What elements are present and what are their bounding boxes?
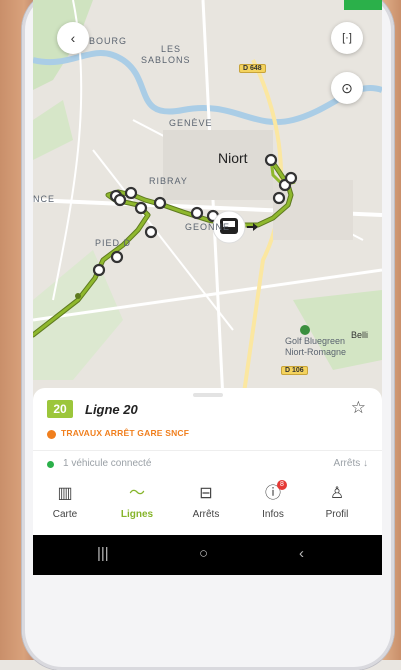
- profile-icon: ♙: [329, 485, 345, 502]
- alert-message[interactable]: TRAVAUX ARRÊT GARE SNCF: [61, 428, 189, 438]
- nav-label-arrets: Arrêts: [192, 509, 220, 520]
- nav-item-profil[interactable]: ♙ Profil: [307, 484, 367, 520]
- map-label-sablons: SABLONS: [141, 55, 191, 65]
- map-label-golf-2: Niort-Romagne: [285, 347, 347, 357]
- map-label-pied: PIED D: [95, 238, 132, 248]
- nav-item-arrets[interactable]: ⊟ Arrêts: [176, 484, 236, 520]
- drag-handle[interactable]: [193, 393, 223, 397]
- map-label-niort: Niort: [218, 150, 248, 166]
- line-name: Ligne 20: [85, 402, 138, 417]
- road-badge-d106: D 106: [281, 366, 308, 375]
- system-nav-bar: ||| ○ ‹: [33, 535, 382, 575]
- chevron-left-icon: ‹: [70, 30, 76, 46]
- map-label-nce: NCE: [33, 194, 56, 204]
- map-label-geonne: GEONNE: [185, 222, 231, 232]
- bottom-nav: ▥ Carte 〜 Lignes ⊟ Arrêts ⓘ 8 Infos ♙ Pr…: [33, 470, 382, 535]
- info-icon: ⓘ: [264, 485, 281, 502]
- map-icon: ▥: [57, 485, 73, 502]
- map-pin-button[interactable]: ⊙: [331, 72, 363, 104]
- map-view[interactable]: BOURG LES SABLONS GENÈVE RIBRAY NCE PIED…: [33, 0, 382, 401]
- nav-label-infos: Infos: [262, 509, 284, 520]
- app-screen: BOURG LES SABLONS GENÈVE RIBRAY NCE PIED…: [33, 0, 382, 575]
- location-pin-icon: ⊙: [341, 79, 353, 96]
- map-label-golf: Golf Bluegreen: [285, 336, 346, 346]
- stops-link[interactable]: Arrêts ↓: [334, 458, 368, 469]
- locate-button[interactable]: [·]: [331, 22, 363, 54]
- status-indicator: [344, 0, 382, 10]
- nav-item-infos[interactable]: ⓘ 8 Infos: [243, 480, 303, 520]
- map-label-ribray: RIBRAY: [149, 176, 188, 186]
- focus-icon: [·]: [342, 32, 352, 44]
- nav-label-carte: Carte: [52, 509, 78, 520]
- line-number-badge: 20: [47, 400, 73, 418]
- lines-icon: 〜: [128, 485, 145, 502]
- map-label-bourg: BOURG: [89, 36, 128, 46]
- notification-badge: 8: [277, 480, 287, 490]
- nav-item-lignes[interactable]: 〜 Lignes: [107, 484, 167, 520]
- back-nav-icon[interactable]: ‹: [299, 545, 304, 562]
- divider: [33, 450, 382, 451]
- map-label-geneve: GENÈVE: [169, 118, 213, 128]
- vehicle-count: 1 véhicule connecté: [63, 458, 152, 469]
- home-icon[interactable]: ○: [199, 545, 208, 562]
- nav-label-profil: Profil: [325, 509, 349, 520]
- alert-icon: [47, 430, 56, 439]
- map-label-les: LES: [161, 44, 182, 54]
- map-label-belli: Belli: [351, 330, 369, 340]
- nav-label-lignes: Lignes: [120, 509, 154, 520]
- connected-dot-icon: [47, 461, 54, 468]
- recents-icon[interactable]: |||: [97, 545, 109, 562]
- back-button[interactable]: ‹: [57, 22, 89, 54]
- road-badge-d648: D 648: [239, 64, 266, 73]
- bus-stop-icon: ⊟: [199, 485, 213, 502]
- nav-item-carte[interactable]: ▥ Carte: [35, 484, 95, 520]
- favorite-star-icon[interactable]: ☆: [351, 398, 366, 418]
